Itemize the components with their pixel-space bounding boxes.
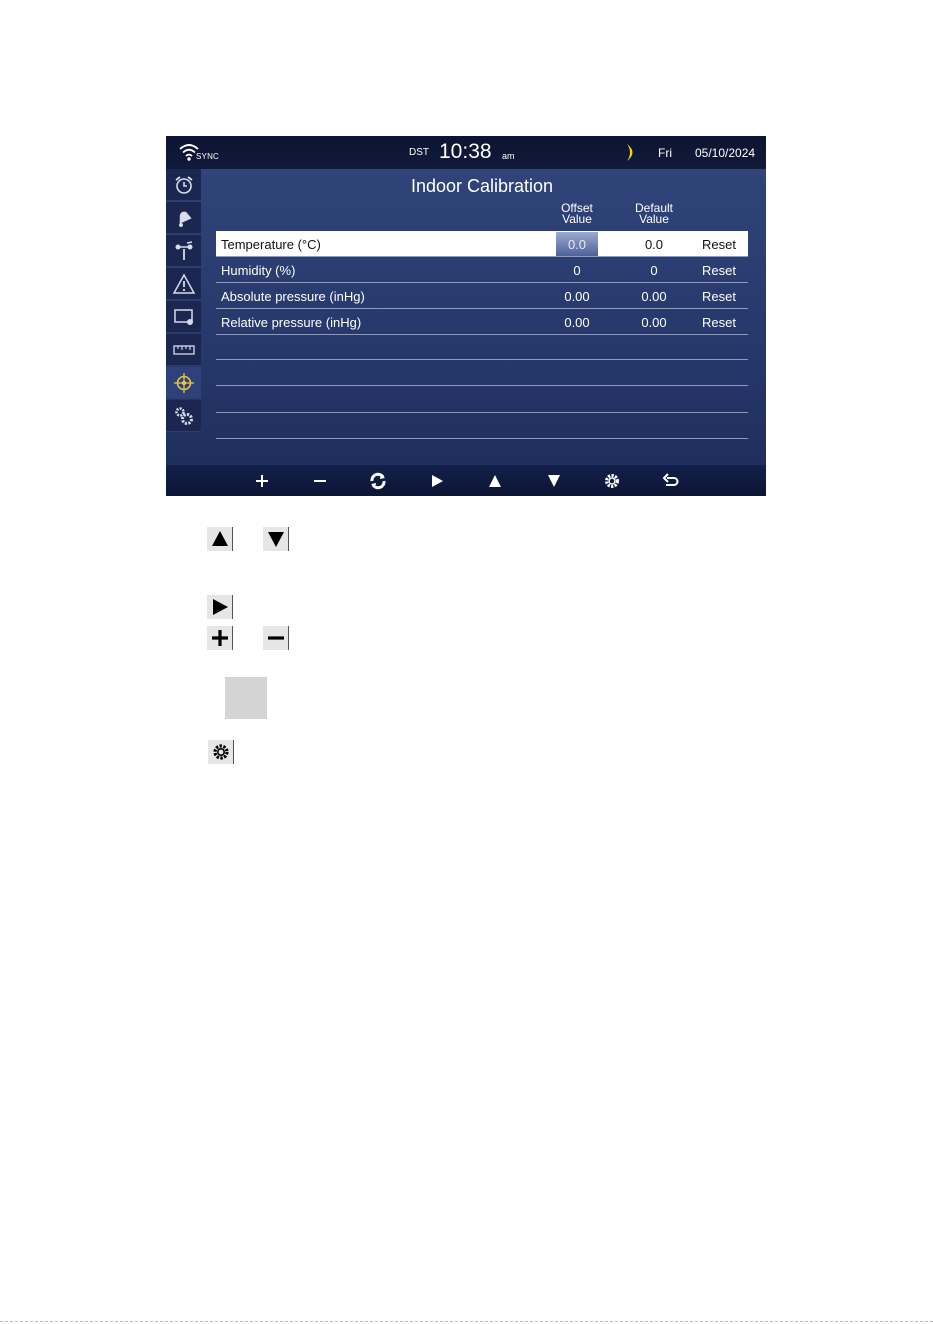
default-value: 0.00 [641, 289, 667, 304]
minus-icon [267, 636, 284, 640]
sidebar [166, 169, 202, 435]
legend-gear-icon [208, 740, 234, 764]
warning-icon [172, 272, 195, 294]
weekday: Fri [658, 146, 672, 160]
offset-value[interactable]: 0.00 [556, 315, 598, 330]
moon-icon [627, 144, 633, 161]
back-button[interactable] [660, 470, 682, 492]
up-triangle-icon [211, 531, 228, 546]
plus-icon [211, 630, 228, 646]
wind-sensor-icon [175, 240, 192, 260]
up-triangle-icon [489, 475, 501, 487]
default-value: 0 [650, 263, 658, 278]
status-bar: SYNC DST 10:38 am Fri 05/10/2024 [166, 136, 766, 169]
refresh-button[interactable] [367, 470, 389, 492]
next-button[interactable] [426, 470, 448, 492]
offset-value[interactable]: 0.0 [556, 237, 598, 252]
divider [216, 359, 748, 360]
settings-button[interactable] [601, 470, 623, 492]
minus-button[interactable] [309, 470, 331, 492]
legend-down-icon [263, 527, 289, 551]
clock-ampm: am [502, 151, 515, 161]
play-icon [212, 599, 228, 615]
offset-value[interactable]: 0 [556, 263, 598, 278]
divider [216, 385, 748, 386]
sidebar-item-calibration[interactable] [166, 367, 201, 399]
reset-button[interactable]: Reset [694, 237, 744, 252]
sidebar-item-sensors[interactable] [166, 235, 201, 267]
reset-button[interactable]: Reset [694, 315, 744, 330]
bottom-toolbar [166, 465, 766, 496]
legend-highlight-swatch [225, 677, 267, 719]
device-screen: SYNC DST 10:38 am Fri 05/10/2024 Indoor … [166, 136, 766, 496]
plus-button[interactable] [251, 470, 273, 492]
legend-next-icon [207, 595, 233, 619]
reset-button[interactable]: Reset [694, 263, 744, 278]
display-settings-icon [173, 308, 193, 325]
calibration-crosshair-icon [173, 372, 194, 393]
sidebar-item-warnings[interactable] [166, 268, 201, 300]
down-triangle-icon [548, 475, 560, 487]
plus-icon [256, 475, 268, 487]
back-icon [662, 473, 679, 486]
table-row[interactable]: Relative pressure (inHg) 0.00 0.00 Reset [216, 309, 748, 335]
row-label: Relative pressure (inHg) [221, 315, 362, 330]
up-button[interactable] [484, 470, 506, 492]
legend-plus-icon [207, 626, 233, 650]
legend-minus-icon [263, 626, 289, 650]
ruler-icon [172, 344, 195, 355]
table-row[interactable]: Absolute pressure (inHg) 0.00 0.00 Reset [216, 283, 748, 309]
gear-icon [605, 474, 619, 488]
play-icon [432, 475, 443, 487]
default-value: 0.00 [641, 315, 667, 330]
down-button[interactable] [543, 470, 565, 492]
sidebar-item-system[interactable] [166, 400, 201, 432]
clock-time: 10:38 [439, 140, 492, 163]
gears-icon [174, 406, 193, 425]
reset-button[interactable]: Reset [694, 289, 744, 304]
column-header-offset: Offset Value [561, 201, 593, 226]
sync-label: SYNC [196, 152, 220, 161]
column-header-default: Default Value [634, 201, 674, 226]
sidebar-item-units[interactable] [166, 334, 201, 366]
divider [216, 412, 748, 413]
sidebar-item-display[interactable] [166, 301, 201, 333]
gear-icon [212, 744, 229, 760]
sidebar-item-alarm[interactable] [166, 169, 201, 201]
table-row[interactable]: Humidity (%) 0 0 Reset [216, 257, 748, 283]
default-value: 0.0 [644, 237, 664, 252]
legend-up-icon [207, 527, 233, 551]
row-label: Temperature (°C) [221, 237, 321, 252]
row-label: Absolute pressure (inHg) [221, 289, 365, 304]
offset-value[interactable]: 0.00 [556, 289, 598, 304]
page-title: Indoor Calibration [410, 176, 554, 196]
dst-label: DST [409, 147, 429, 158]
down-triangle-icon [267, 532, 284, 547]
alarm-clock-icon [174, 175, 193, 194]
minus-icon [314, 480, 326, 482]
divider [216, 438, 748, 439]
table-row[interactable]: Temperature (°C) 0.0 0.0 Reset [216, 231, 748, 257]
date: 05/10/2024 [695, 146, 756, 160]
row-label: Humidity (%) [221, 263, 296, 278]
page-bottom-rule [0, 1321, 933, 1322]
sidebar-item-alerts[interactable] [166, 202, 201, 234]
refresh-icon [370, 472, 386, 490]
bell-icon [178, 211, 192, 227]
